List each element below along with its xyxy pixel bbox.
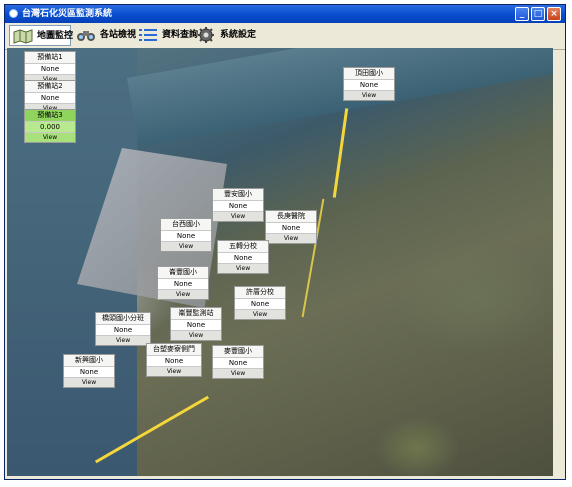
station-view-button[interactable]: View (213, 369, 263, 378)
station-value: None (344, 80, 394, 91)
station-panel-lunfeng: 崙豐國小 None View (157, 266, 209, 300)
station-name: 預備站2 (25, 81, 75, 93)
station-value: None (213, 358, 263, 369)
station-panel-fengan: 豐安國小 None View (212, 188, 264, 222)
station-name: 崙豐國小 (158, 267, 208, 279)
station-view-button[interactable]: View (64, 378, 114, 387)
station-value: None (161, 231, 211, 242)
river-area (127, 48, 553, 147)
map-monitor-button[interactable]: 地圖監控 (9, 25, 74, 46)
station-panel-taixi: 台西國小 None View (160, 218, 212, 252)
close-button[interactable]: × (547, 7, 561, 21)
station-name: 新興國小 (64, 355, 114, 367)
station-value: None (147, 356, 201, 367)
station-name: 預備站1 (25, 52, 75, 64)
minimize-button[interactable]: _ (515, 7, 529, 21)
station-panel-maifeng: 麥豐國小 None View (212, 345, 264, 379)
station-view-button[interactable]: View (266, 234, 316, 243)
station-value: None (235, 299, 285, 310)
station-view-button[interactable]: View (161, 242, 211, 251)
station-name: 台西國小 (161, 219, 211, 231)
station-name: 麥豐國小 (213, 346, 263, 358)
map-monitor-label: 地圖監控 (37, 31, 74, 41)
station-name: 台塑麥寮側門 (147, 344, 201, 356)
map-icon (13, 29, 33, 44)
station-name: 許厝分校 (235, 287, 285, 299)
station-view-label: 各站檢視 (100, 30, 137, 40)
gear-icon (198, 27, 214, 43)
station-panel-wuzhuan: 五轉分校 None View (217, 240, 269, 274)
station-name: 五轉分校 (218, 241, 268, 253)
system-settings-button[interactable]: 系統設定 (193, 25, 257, 46)
station-value: None (266, 223, 316, 234)
window-title: 台灣石化災區監測系統 (22, 9, 113, 19)
station-panel-dingtian: 頂田國小 None View (343, 67, 395, 101)
toolbar: 地圖監控 各站檢視 資料查詢 系統設定 (5, 23, 565, 50)
station-name: 長庚醫院 (266, 211, 316, 223)
station-name: 崙豐監測站 (171, 308, 221, 320)
station-panel-formosa-gate: 台塑麥寮側門 None View (146, 343, 202, 377)
station-view-button[interactable]: View (171, 331, 221, 340)
app-icon (9, 9, 18, 18)
station-view-button[interactable]: 各站檢視 (73, 25, 137, 46)
station-value: None (96, 325, 150, 336)
station-name: 豐安國小 (213, 189, 263, 201)
station-value: None (213, 201, 263, 212)
station-value: 0.000 (25, 122, 75, 133)
station-view-button[interactable]: View (25, 133, 75, 142)
station-view-button[interactable]: View (344, 91, 394, 100)
title-bar[interactable]: 台灣石化災區監測系統 _ □ × (5, 5, 565, 23)
system-settings-label: 系統設定 (220, 30, 257, 40)
station-value: None (25, 93, 75, 104)
station-value: None (25, 64, 75, 75)
station-value: None (218, 253, 268, 264)
station-value: None (64, 367, 114, 378)
list-icon (139, 29, 157, 41)
station-name: 預備站3 (25, 110, 75, 122)
station-value: None (171, 320, 221, 331)
station-view-button[interactable]: View (96, 336, 150, 345)
station-panel-xucuo: 許厝分校 None View (234, 286, 286, 320)
station-name: 橋頭國小分班 (96, 313, 150, 325)
maximize-button[interactable]: □ (531, 7, 545, 21)
station-panel-3: 預備站3 0.000 View (24, 109, 76, 143)
station-panel-lunfeng-monitor: 崙豐監測站 None View (170, 307, 222, 341)
station-panel-changgung: 長庚醫院 None View (265, 210, 317, 244)
station-view-button[interactable]: View (147, 367, 201, 376)
binoculars-icon (77, 31, 95, 41)
highway-road (332, 108, 349, 198)
station-panel-qiaotou: 橋頭國小分班 None View (95, 312, 151, 346)
station-panel-xinxing: 新興國小 None View (63, 354, 115, 388)
station-view-button[interactable]: View (213, 212, 263, 221)
station-view-button[interactable]: View (158, 290, 208, 299)
station-view-button[interactable]: View (218, 264, 268, 273)
station-name: 頂田國小 (344, 68, 394, 80)
satellite-map[interactable]: 預備站1 None View 預備站2 None View 預備站3 0.000… (7, 48, 553, 476)
station-view-button[interactable]: View (235, 310, 285, 319)
data-query-button[interactable]: 資料查詢 (135, 25, 198, 46)
station-value: None (158, 279, 208, 290)
